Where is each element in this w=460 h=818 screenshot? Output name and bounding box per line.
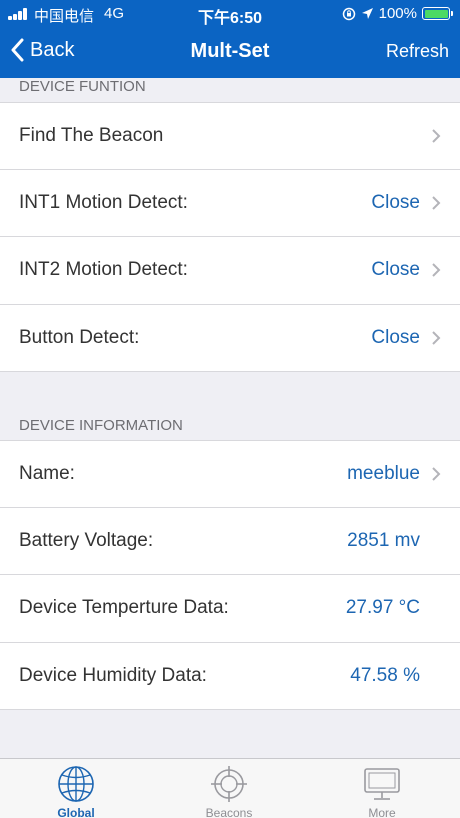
tab-label: Global bbox=[57, 806, 95, 818]
row-battery-voltage: Battery Voltage: 2851 mv bbox=[0, 507, 460, 575]
row-label: Battery Voltage: bbox=[19, 529, 154, 551]
row-int2-motion[interactable]: INT2 Motion Detect: Close bbox=[0, 237, 460, 305]
crosshair-icon bbox=[211, 766, 247, 802]
row-value: 47.58 % bbox=[350, 664, 420, 686]
row-value: Close bbox=[371, 191, 420, 213]
row-label: INT1 Motion Detect: bbox=[19, 191, 188, 213]
chevron-right-icon bbox=[432, 331, 441, 345]
status-right: 100% bbox=[342, 5, 453, 22]
section-header-information: DEVICE INFORMATION bbox=[19, 417, 183, 434]
battery-percent: 100% bbox=[378, 5, 417, 22]
row-find-beacon[interactable]: Find The Beacon bbox=[0, 102, 460, 170]
rotation-lock-icon bbox=[342, 7, 355, 20]
tab-more[interactable]: More bbox=[327, 765, 437, 818]
chevron-right-icon bbox=[432, 196, 441, 210]
tab-beacons[interactable]: Beacons bbox=[174, 765, 284, 818]
location-arrow-icon bbox=[361, 8, 373, 19]
row-name[interactable]: Name: meeblue bbox=[0, 440, 460, 508]
row-value: meeblue bbox=[347, 462, 420, 484]
monitor-icon bbox=[364, 768, 400, 800]
row-value: Close bbox=[371, 326, 420, 348]
tab-label: More bbox=[368, 806, 396, 818]
row-humidity: Device Humidity Data: 47.58 % bbox=[0, 642, 460, 710]
row-value: Close bbox=[371, 259, 420, 281]
status-bar: 中国电信 4G 下午6:50 100% bbox=[0, 0, 460, 27]
section-header-function: DEVICE FUNTION bbox=[19, 78, 146, 95]
chevron-right-icon bbox=[432, 263, 441, 277]
row-label: Device Humidity Data: bbox=[19, 664, 207, 686]
settings-list[interactable]: DEVICE FUNTION Find The Beacon INT1 Moti… bbox=[0, 78, 460, 758]
row-label: Button Detect: bbox=[19, 326, 140, 348]
row-value: 27.97 °C bbox=[345, 597, 420, 619]
row-int1-motion[interactable]: INT1 Motion Detect: Close bbox=[0, 169, 460, 237]
chevron-right-icon bbox=[432, 467, 441, 481]
navigation-bar: Back Mult-Set Refresh bbox=[0, 26, 460, 78]
row-label: Name: bbox=[19, 462, 75, 484]
row-button-detect[interactable]: Button Detect: Close bbox=[0, 304, 460, 372]
row-label: Find The Beacon bbox=[19, 124, 164, 146]
chevron-right-icon bbox=[432, 129, 441, 143]
row-label: INT2 Motion Detect: bbox=[19, 259, 188, 281]
refresh-button[interactable]: Refresh bbox=[386, 41, 449, 62]
globe-icon bbox=[58, 766, 94, 802]
row-value: 2851 mv bbox=[347, 529, 420, 551]
top-bar: 中国电信 4G 下午6:50 100% Back Mult-Set Refres… bbox=[0, 0, 460, 78]
tab-label: Beacons bbox=[205, 806, 253, 818]
battery-icon bbox=[422, 7, 453, 20]
tab-bar: Global Beacons More bbox=[0, 758, 460, 818]
tab-global[interactable]: Global bbox=[21, 765, 131, 818]
row-temperature: Device Temperture Data: 27.97 °C bbox=[0, 575, 460, 643]
row-label: Device Temperture Data: bbox=[19, 597, 229, 619]
